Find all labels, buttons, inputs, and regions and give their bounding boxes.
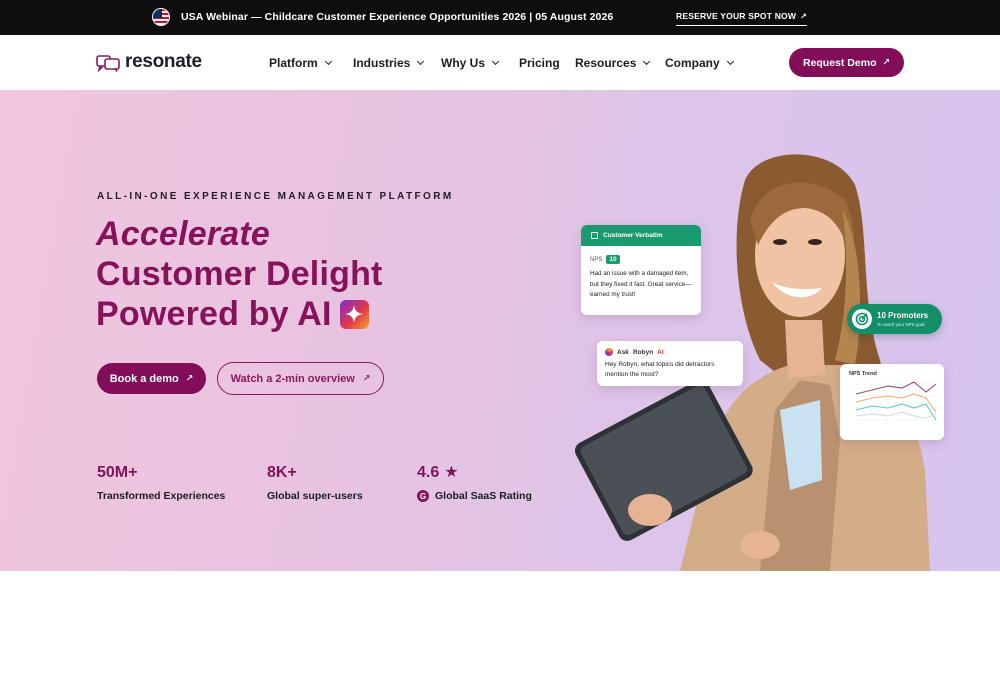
verbatim-quote: Had an issue with a damaged item, but th… bbox=[590, 270, 692, 298]
nps-score: NPS 10 bbox=[590, 255, 701, 264]
stat-value: 4.6 bbox=[417, 464, 440, 481]
ai-sparkle-icon bbox=[339, 299, 369, 329]
reserve-spot-link[interactable]: RESERVE YOUR SPOT NOW ↗ bbox=[676, 11, 807, 26]
nps-value: 10 bbox=[606, 255, 620, 264]
main-navigation: resonate Platform Industries Why Us Pric… bbox=[0, 35, 1000, 90]
chevron-down-icon bbox=[643, 57, 651, 66]
nav-item-label: Why Us bbox=[441, 56, 486, 70]
hero-headline-line-2: Customer Delight bbox=[96, 255, 383, 293]
us-flag-icon bbox=[152, 8, 170, 26]
request-demo-button[interactable]: Request Demo ↗ bbox=[789, 48, 904, 77]
stat-saas-rating: 4.6 ★ G Global SaaS Rating bbox=[417, 464, 532, 502]
nav-item-label: Pricing bbox=[519, 56, 560, 70]
stat-value: 8K+ bbox=[267, 464, 297, 481]
book-demo-button[interactable]: Book a demo ↗ bbox=[97, 363, 206, 394]
request-demo-label: Request Demo bbox=[802, 56, 877, 69]
stat-transformed-experiences: 50M+ Transformed Experiences bbox=[97, 464, 225, 502]
hero-eyebrow: ALL-IN-ONE EXPERIENCE MANAGEMENT PLATFOR… bbox=[97, 191, 454, 202]
verbatim-card-header: Customer Verbatim bbox=[581, 225, 701, 246]
nav-item-company[interactable]: Company bbox=[665, 56, 734, 70]
stat-label: Global SaaS Rating bbox=[435, 490, 532, 502]
ask-robyn-card: Ask Robyn AI Hey Robyn, what topics did … bbox=[597, 341, 743, 386]
robyn-name: Robyn bbox=[632, 348, 654, 356]
promoters-title: 10 Promoters bbox=[877, 311, 929, 320]
chat-bubbles-logo-icon bbox=[96, 54, 120, 72]
arrow-up-right-icon: ↗ bbox=[362, 373, 371, 383]
nav-item-label: Company bbox=[665, 56, 720, 70]
chevron-down-icon bbox=[324, 57, 332, 66]
nav-item-pricing[interactable]: Pricing bbox=[519, 56, 560, 70]
arrow-up-right-icon: ↗ bbox=[800, 12, 807, 21]
chevron-down-icon bbox=[491, 57, 500, 66]
stat-value: 50M+ bbox=[97, 464, 138, 481]
stat-global-super-users: 8K+ Global super-users bbox=[267, 464, 363, 502]
arrow-up-right-icon: ↗ bbox=[882, 57, 891, 67]
nav-item-industries[interactable]: Industries bbox=[353, 56, 425, 70]
arrow-up-right-icon: ↗ bbox=[185, 373, 194, 383]
robyn-question: Hey Robyn, what topics did detractors me… bbox=[605, 361, 715, 378]
target-icon bbox=[852, 309, 872, 329]
g2-logo-icon: G bbox=[417, 490, 429, 502]
hero-headline-line-3: Powered by AI bbox=[96, 294, 369, 334]
robyn-logo-icon bbox=[605, 348, 613, 356]
stat-label: Transformed Experiences bbox=[97, 490, 226, 502]
customer-verbatim-card: Customer Verbatim NPS 10 Had an issue wi… bbox=[581, 225, 701, 315]
chevron-down-icon bbox=[417, 57, 425, 66]
stat-label: Global super-users bbox=[267, 490, 363, 502]
document-icon bbox=[591, 232, 598, 239]
promoters-badge: 10 Promoters To reach your NPS goal bbox=[847, 304, 942, 334]
ai-label: AI bbox=[657, 348, 664, 356]
nav-item-platform[interactable]: Platform bbox=[269, 56, 332, 70]
stat-label-row: G Global SaaS Rating bbox=[417, 490, 532, 502]
book-demo-label: Book a demo bbox=[109, 372, 179, 385]
hero-section: ALL-IN-ONE EXPERIENCE MANAGEMENT PLATFOR… bbox=[0, 90, 1000, 571]
nav-item-why-us[interactable]: Why Us bbox=[441, 56, 500, 70]
star-icon: ★ bbox=[444, 464, 459, 481]
nav-item-label: Platform bbox=[269, 56, 318, 70]
announcement-bar: USA Webinar — Childcare Customer Experie… bbox=[0, 0, 1000, 35]
ask-robyn-title: Ask Robyn AI bbox=[605, 348, 743, 356]
stat-value-row: 4.6 ★ bbox=[417, 464, 532, 482]
hero-headline-text: Powered by AI bbox=[96, 295, 332, 333]
reserve-spot-label: RESERVE YOUR SPOT NOW bbox=[676, 11, 797, 21]
nav-item-resources[interactable]: Resources bbox=[575, 56, 651, 70]
nps-trend-sparkline bbox=[855, 381, 937, 421]
ask-label: Ask bbox=[617, 348, 629, 356]
chevron-down-icon bbox=[726, 57, 734, 66]
resonate-logo[interactable]: resonate bbox=[96, 51, 202, 73]
promoters-subtitle: To reach your NPS goal bbox=[877, 322, 925, 327]
watch-overview-button[interactable]: Watch a 2-min overview ↗ bbox=[217, 362, 384, 395]
nps-label: NPS bbox=[590, 256, 603, 263]
hero-headline-line-1: Accelerate bbox=[96, 215, 271, 253]
watch-overview-label: Watch a 2-min overview bbox=[230, 372, 355, 385]
nav-item-label: Resources bbox=[575, 56, 637, 70]
logo-wordmark: resonate bbox=[125, 51, 202, 72]
nps-trend-card: NPS Trend bbox=[840, 364, 944, 440]
verbatim-card-title: Customer Verbatim bbox=[603, 232, 663, 239]
nav-item-label: Industries bbox=[353, 56, 411, 70]
announcement-text: USA Webinar — Childcare Customer Experie… bbox=[181, 11, 614, 23]
